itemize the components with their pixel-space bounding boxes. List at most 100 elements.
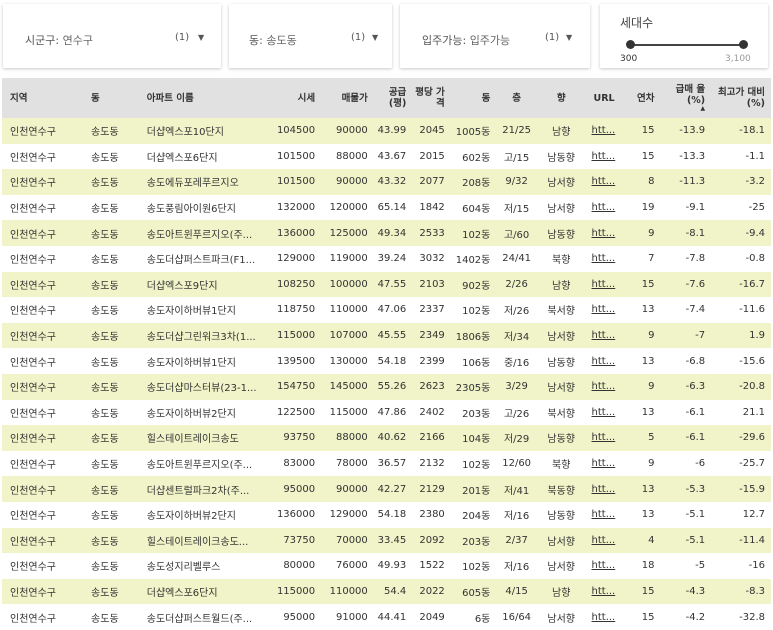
url-link[interactable]: htt...	[586, 476, 625, 502]
url-link[interactable]: htt...	[586, 297, 625, 323]
table-row[interactable]: 인천연수구 송도동 송도자이하버뷰2단지 136000 129000 54.18 2380 2…	[2, 501, 771, 528]
url-link[interactable]: htt...	[586, 528, 625, 554]
url-link[interactable]: htt...	[586, 374, 625, 400]
cell-direction: 남동향	[547, 229, 575, 241]
cell-dong: 송도동	[91, 536, 119, 548]
table-row[interactable]: 인천연수구 송도동 송도에듀포레푸르지오 101500 90000 43.32 2077 20…	[2, 169, 771, 195]
column-header-direction[interactable]: 향	[537, 78, 586, 118]
cell-apartment-name: 송도자이하버뷰1단지	[146, 306, 236, 318]
cell-vs-peak: -32.8	[739, 611, 765, 623]
table-row[interactable]: 인천연수구 송도동 송도자이하버뷰1단지 139500 130000 54.18 2399 1…	[2, 348, 771, 374]
url-link[interactable]: htt...	[586, 579, 625, 605]
cell-discount-rate: -11.3	[679, 176, 706, 188]
cell-floor: 저/16	[503, 511, 530, 523]
table-row[interactable]: 인천연수구 송도동 송도성지리벨루스 80000 76000 49.93 1522 102동 저…	[2, 553, 771, 579]
cell-vs-peak: -11.4	[739, 534, 765, 546]
households-slider-min-handle[interactable]	[626, 40, 635, 49]
url-link[interactable]: htt...	[586, 144, 625, 170]
cell-region: 인천연수구	[10, 536, 56, 548]
table-row[interactable]: 인천연수구 송도동 더샵엑스포10단지 104500 90000 43.99 2045 100…	[2, 118, 771, 144]
url-link[interactable]: htt...	[586, 425, 625, 451]
cell-price-per-pyeong: 2103	[419, 278, 445, 290]
column-header-apartment-name[interactable]: 아파트 이름	[139, 78, 271, 118]
url-link[interactable]: htt...	[586, 118, 625, 144]
url-link[interactable]: htt...	[586, 400, 625, 426]
cell-building: 102동	[462, 229, 491, 241]
table-row[interactable]: 인천연수구 송도동 더샵엑스포6단지 115000 110000 54.4 2022 605동…	[2, 578, 771, 605]
cell-direction: 남동향	[547, 357, 575, 369]
url-link[interactable]: htt...	[586, 348, 625, 374]
table-row[interactable]: 인천연수구 송도동 송도더샵그린워크3차(1... 115000 107000 45.55…	[2, 322, 771, 349]
households-slider-track[interactable]	[630, 44, 743, 46]
table-row[interactable]: 인천연수구 송도동 더샵엑스포9단지 108250 100000 47.55 2103 902…	[2, 271, 771, 298]
table-row[interactable]: 인천연수구 송도동 힐스테이트레이크송도... 73750 70000 33.45 2092…	[2, 527, 771, 554]
cell-floor: 21/25	[502, 125, 532, 137]
cell-region: 인천연수구	[10, 280, 56, 292]
sigungu-filter[interactable]: 시군구: 연수구 (1) ▼	[3, 4, 221, 68]
chevron-down-icon[interactable]: ▼	[198, 33, 204, 42]
url-link[interactable]: htt...	[586, 323, 625, 349]
column-header-region[interactable]: 지역	[2, 78, 83, 118]
column-header-price-per-pyeong[interactable]: 평당 가격	[412, 78, 451, 118]
cell-listing-price: 91000	[335, 611, 368, 623]
url-link[interactable]: htt...	[586, 220, 625, 246]
table-row[interactable]: 인천연수구 송도동 더샵엑스포6단지 101500 88000 43.67 2015 602동…	[2, 143, 771, 170]
table-row[interactable]: 인천연수구 송도동 송도아트윈푸르지오(주... 136000 125000 49.34 2…	[2, 220, 771, 246]
column-header-market-price[interactable]: 시세	[270, 78, 321, 118]
chevron-down-icon[interactable]: ▼	[372, 33, 378, 42]
cell-floor: 고/15	[503, 152, 530, 164]
table-row[interactable]: 인천연수구 송도동 송도풍림아이원6단지 132000 120000 65.14 1842 6…	[2, 194, 771, 221]
cell-years: 9	[648, 330, 655, 342]
cell-years: 8	[648, 176, 655, 188]
table-row[interactable]: 인천연수구 송도동 힐스테이트레이크송도 93750 88000 40.62 2166 104…	[2, 425, 771, 451]
chevron-down-icon[interactable]: ▼	[566, 33, 572, 42]
cell-vs-peak: -20.8	[739, 381, 765, 393]
cell-price-per-pyeong: 2049	[419, 611, 445, 623]
cell-market-price: 132000	[276, 202, 316, 214]
cell-building: 1402동	[455, 255, 491, 267]
column-header-url[interactable]: URL	[586, 78, 625, 118]
url-link[interactable]: htt...	[586, 195, 625, 221]
cell-supply-area: 47.55	[377, 278, 407, 290]
households-slider-max-handle[interactable]	[739, 40, 748, 49]
column-header-listing-price[interactable]: 매물가	[321, 78, 374, 118]
cell-direction: 남서향	[547, 332, 575, 344]
column-header-vs-peak[interactable]: 최고가 대비(%)	[711, 78, 771, 118]
column-header-discount-rate[interactable]: 급매 율(%) ▲	[660, 78, 711, 118]
column-header-years[interactable]: 연차	[624, 78, 660, 118]
cell-years: 9	[648, 458, 655, 470]
cell-discount-rate: -6.3	[685, 381, 706, 393]
table-row[interactable]: 인천연수구 송도동 송도아트윈푸르지오(주... 83000 78000 36.57 213…	[2, 450, 771, 477]
cell-supply-area: 43.67	[377, 150, 407, 162]
table-row[interactable]: 인천연수구 송도동 송도더샵마스터뷰(23-1... 154750 145000 55.2…	[2, 373, 771, 400]
table-row[interactable]: 인천연수구 송도동 더샵센트럴파크2차(주... 95000 90000 42.27 212…	[2, 476, 771, 502]
table-row[interactable]: 인천연수구 송도동 송도더샵퍼스트파크(F1... 129000 119000 39.24…	[2, 245, 771, 272]
url-link[interactable]: htt...	[586, 553, 625, 579]
url-link[interactable]: htt...	[586, 502, 625, 528]
table-row[interactable]: 인천연수구 송도동 송도자이하버뷰2단지 122500 115000 47.86 2402 2…	[2, 399, 771, 426]
sort-ascending-icon[interactable]: ▲	[662, 106, 706, 112]
column-header-floor[interactable]: 층	[496, 78, 537, 118]
url-link[interactable]: htt...	[586, 451, 625, 477]
column-header-building[interactable]: 동	[451, 78, 497, 118]
cell-price-per-pyeong: 2015	[419, 150, 445, 162]
cell-market-price: 101500	[276, 150, 316, 162]
table-row[interactable]: 인천연수구 송도동 송도더샵퍼스트월드(주... 95000 91000 44.41 204…	[2, 604, 771, 630]
cell-market-price: 118750	[276, 304, 316, 316]
column-header-supply-area[interactable]: 공급 (평)	[374, 78, 413, 118]
column-header-dong[interactable]: 동	[83, 78, 139, 118]
cell-direction: 남향	[552, 280, 571, 292]
cell-listing-price: 88000	[335, 432, 368, 444]
url-link[interactable]: htt...	[586, 272, 625, 298]
url-link[interactable]: htt...	[586, 169, 625, 195]
url-link[interactable]: htt...	[586, 604, 625, 630]
ipju-filter[interactable]: 입주가능: 입주가능 (1) ▼	[400, 4, 590, 68]
cell-discount-rate: -13.9	[679, 125, 706, 137]
cell-discount-rate: -7.8	[685, 253, 706, 265]
url-link[interactable]: htt...	[586, 246, 625, 272]
table-row[interactable]: 인천연수구 송도동 송도자이하버뷰1단지 118750 110000 47.06 2337 1…	[2, 297, 771, 323]
dong-filter[interactable]: 동: 송도동 (1) ▼	[229, 4, 392, 68]
cell-floor: 16/64	[502, 611, 532, 623]
cell-building: 1005동	[455, 127, 491, 139]
cell-floor: 중/16	[503, 357, 530, 369]
